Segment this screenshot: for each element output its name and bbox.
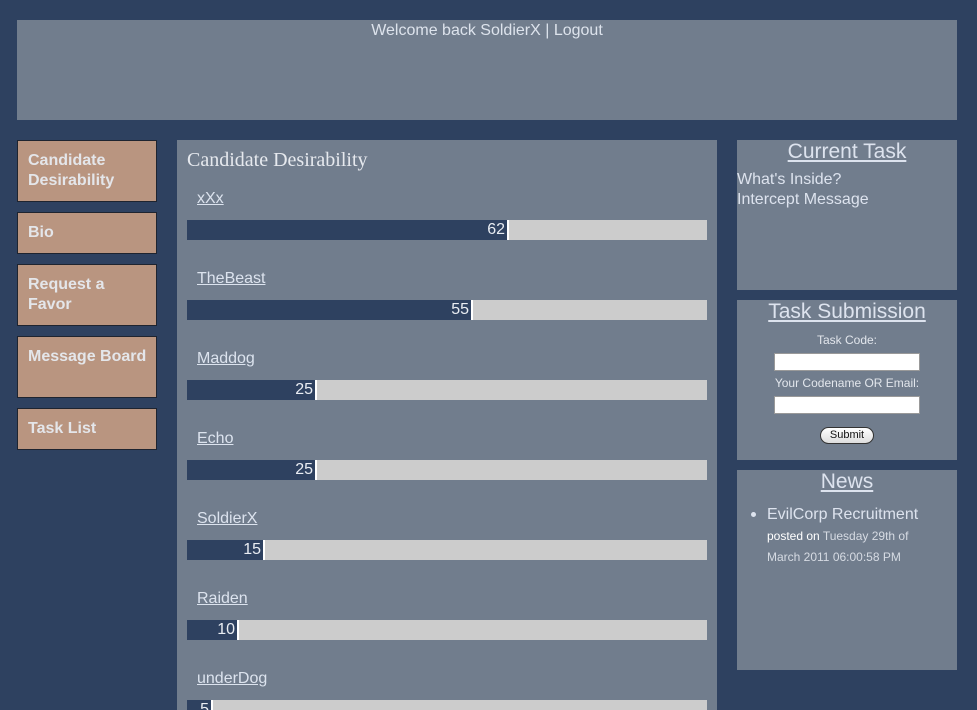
task-code-input[interactable] <box>774 353 920 371</box>
desirability-bar-track: 25 <box>187 460 707 480</box>
desirability-bar-fill: 25 <box>187 460 317 480</box>
desirability-bar-fill: 55 <box>187 300 473 320</box>
candidate-name-link[interactable]: Echo <box>197 430 233 448</box>
desirability-score: 5 <box>200 701 209 710</box>
desirability-score: 25 <box>295 381 313 398</box>
news-posted-prefix: posted on <box>767 529 823 543</box>
logout-link[interactable]: Logout <box>554 22 603 39</box>
nav-item-label: Bio <box>28 224 54 241</box>
nav-candidate-desirability-button[interactable]: Candidate Desirability <box>17 140 157 202</box>
candidate-name-link[interactable]: Raiden <box>197 590 248 608</box>
desirability-bar-track: 15 <box>187 540 707 560</box>
desirability-bar-fill: 25 <box>187 380 317 400</box>
nav-bio-button[interactable]: Bio <box>17 212 157 254</box>
desirability-score: 55 <box>451 301 469 318</box>
desirability-bar-track: 5 <box>187 700 707 710</box>
news-title: News <box>820 470 874 493</box>
news-box: News EvilCorp Recruitment posted on Tues… <box>737 470 957 670</box>
candidate-name-link[interactable]: TheBeast <box>197 270 265 288</box>
codename-input[interactable] <box>774 396 920 414</box>
desirability-bar-track: 62 <box>187 220 707 240</box>
current-task-line: What's Inside? <box>737 171 842 188</box>
desirability-bar-fill: 5 <box>187 700 213 710</box>
task-code-label: Task Code: <box>816 333 878 347</box>
desirability-score: 15 <box>243 541 261 558</box>
welcome-text: Welcome back SoldierX <box>371 22 541 39</box>
desirability-bar-track: 55 <box>187 300 707 320</box>
nav-item-label: Candidate Desirability <box>28 152 115 189</box>
current-task-line: Intercept Message <box>737 191 869 208</box>
current-task-title: Current Task <box>787 140 907 163</box>
welcome-line: Welcome back SoldierX | Logout <box>17 22 957 40</box>
desirability-bar-track: 10 <box>187 620 707 640</box>
nav-item-label: Task List <box>28 420 97 437</box>
desirability-bar-track: 25 <box>187 380 707 400</box>
bullet-icon <box>751 512 756 517</box>
desirability-bar-fill: 15 <box>187 540 265 560</box>
submit-button[interactable]: Submit <box>820 427 874 444</box>
task-submission-box: Task Submission Task Code: Your Codename… <box>737 300 957 460</box>
current-task-box: Current Task What's Inside? Intercept Me… <box>737 140 957 290</box>
nav-request-favor-button[interactable]: Request a Favor <box>17 264 157 326</box>
desirability-score: 10 <box>217 621 235 638</box>
desirability-bar-fill: 62 <box>187 220 509 240</box>
nav-message-board-button[interactable]: Message Board <box>17 336 157 398</box>
candidate-name-link[interactable]: xXx <box>197 190 224 208</box>
desirability-score: 25 <box>295 461 313 478</box>
candidate-name-link[interactable]: Maddog <box>197 350 255 368</box>
candidate-name-link[interactable]: SoldierX <box>197 510 257 528</box>
news-headline-link[interactable]: EvilCorp Recruitment <box>767 506 918 524</box>
candidate-name-link[interactable]: underDog <box>197 670 267 688</box>
header: Welcome back SoldierX | Logout <box>17 20 957 120</box>
panel-title: Candidate Desirability <box>187 149 368 171</box>
page: Welcome back SoldierX | Logout Candidate… <box>0 0 977 710</box>
nav-task-list-button[interactable]: Task List <box>17 408 157 450</box>
task-submission-title: Task Submission <box>768 300 926 323</box>
nav-item-label: Request a Favor <box>28 276 105 313</box>
candidate-desirability-panel: Candidate Desirability xXx 62 TheBeast 55 Ma… <box>177 140 717 710</box>
header-separator: | <box>540 22 554 39</box>
codename-label: Your Codename OR Email: <box>774 376 920 390</box>
desirability-bar-fill: 10 <box>187 620 239 640</box>
desirability-score: 62 <box>487 221 505 238</box>
news-posted-info: posted on Tuesday 29th of March 2011 06:… <box>767 526 937 568</box>
nav-item-label: Message Board <box>28 348 147 365</box>
